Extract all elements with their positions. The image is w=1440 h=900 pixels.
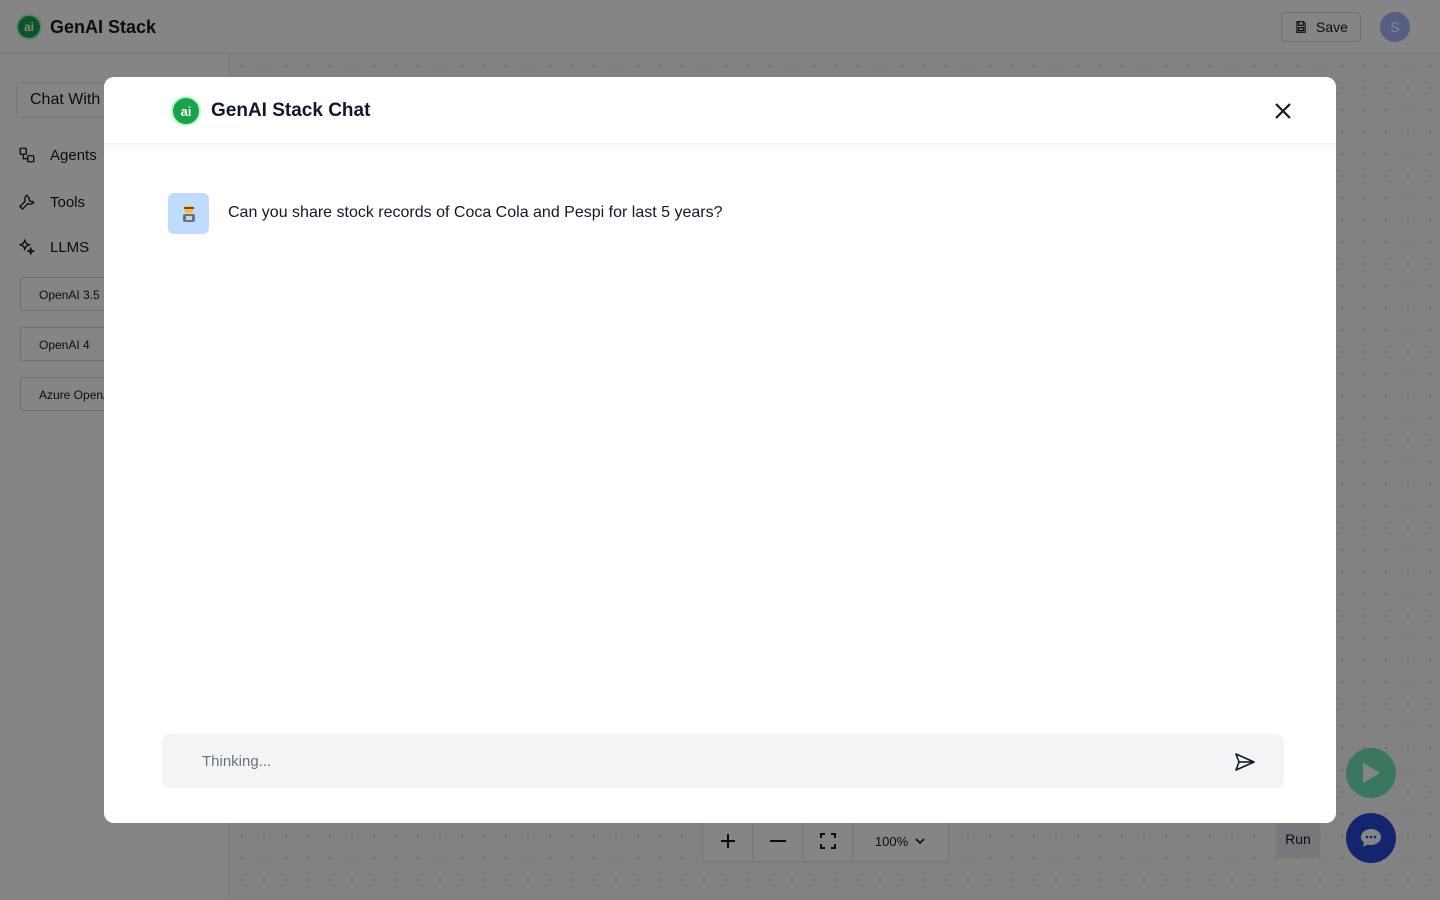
user-message-avatar: [168, 193, 209, 234]
chat-modal-header: ai GenAI Stack Chat: [104, 77, 1336, 144]
user-message-text: Can you share stock records of Coca Cola…: [228, 204, 723, 221]
user-avatar-icon: [182, 205, 195, 222]
close-button[interactable]: [1271, 99, 1295, 123]
chat-modal-title: GenAI Stack Chat: [211, 100, 371, 121]
chat-input[interactable]: [202, 734, 1212, 788]
chat-input-container: [162, 734, 1284, 788]
send-icon: [1235, 753, 1255, 771]
chat-modal: ai GenAI Stack Chat Can you share stock …: [104, 77, 1336, 823]
close-icon: [1275, 103, 1291, 119]
app-logo-icon: ai: [171, 96, 201, 126]
send-button[interactable]: [1233, 750, 1257, 774]
